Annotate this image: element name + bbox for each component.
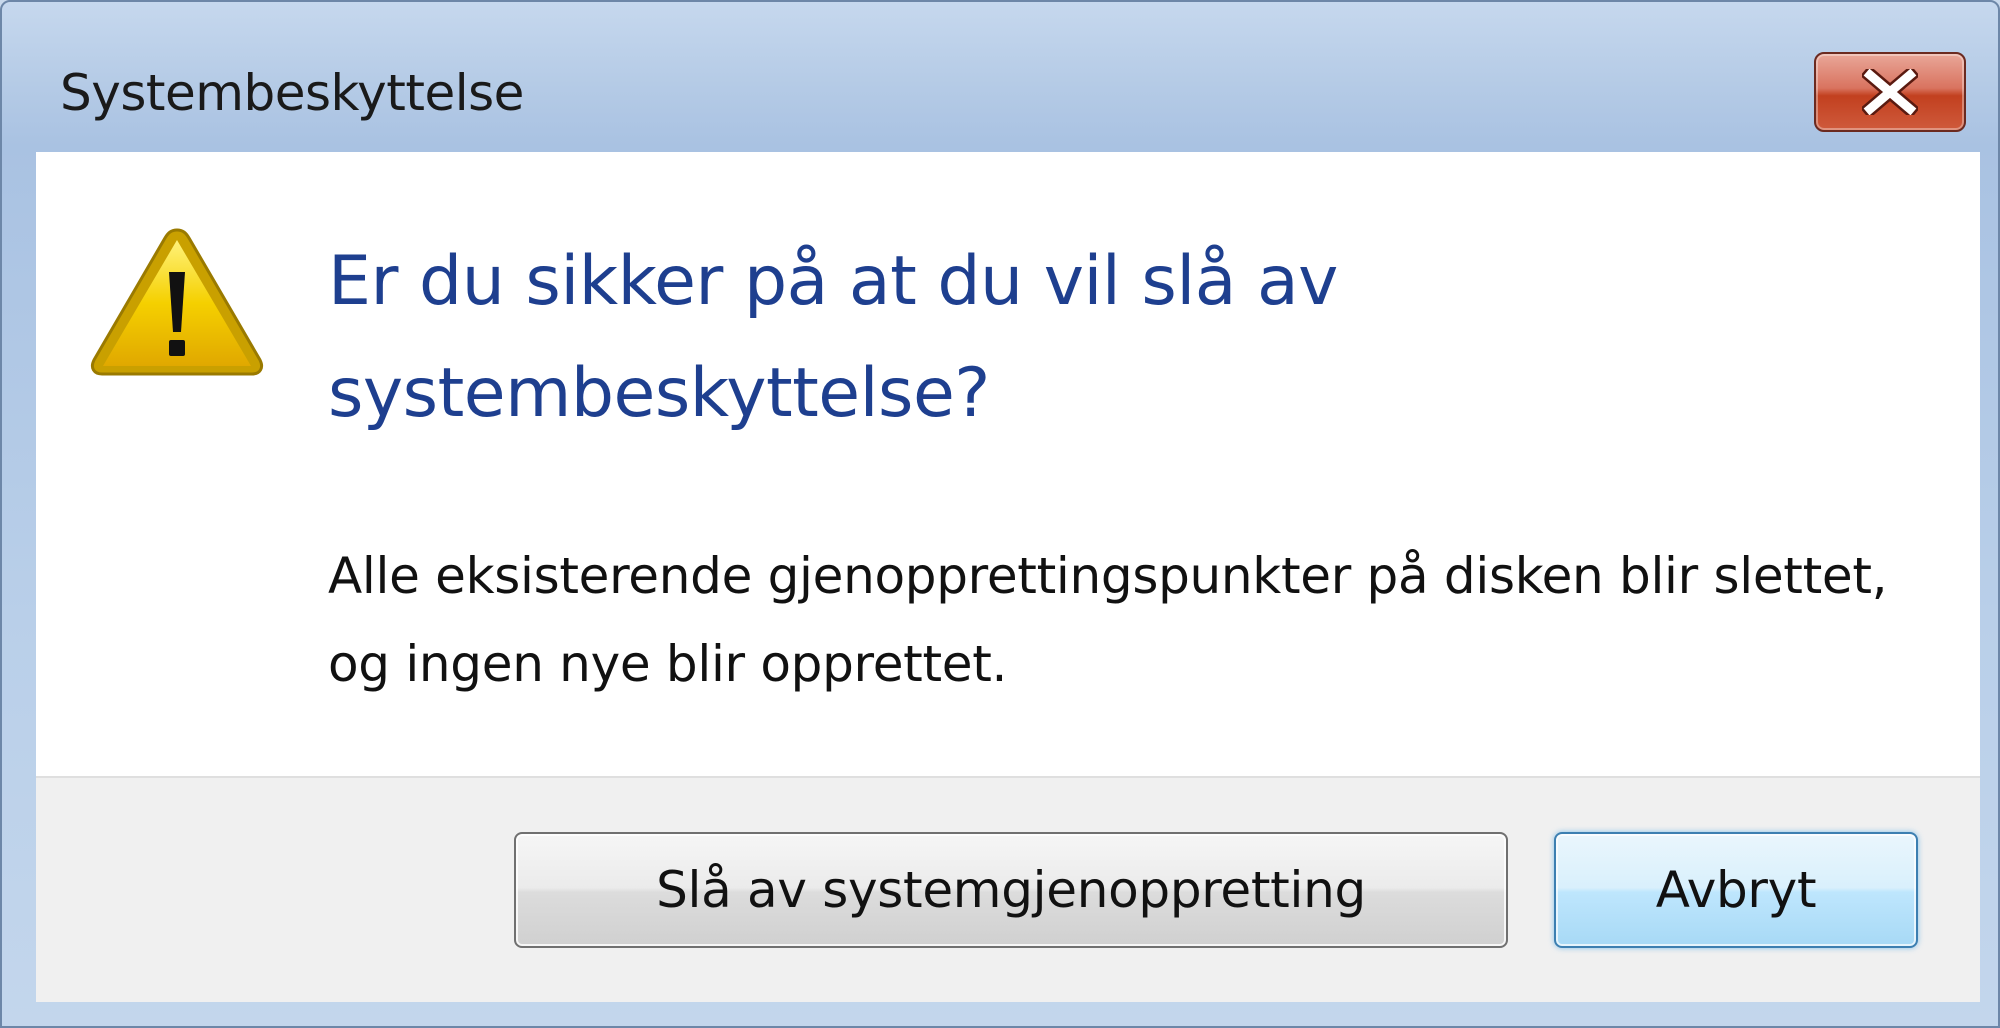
close-x-icon xyxy=(1862,69,1918,115)
close-button[interactable] xyxy=(1814,52,1966,132)
window-title: Systembeskyttelse xyxy=(60,64,524,122)
content-text: Alle eksisterende gjenopprettingspunkter… xyxy=(328,547,1888,693)
cancel-button[interactable]: Avbryt xyxy=(1554,832,1918,948)
title-bar[interactable]: Systembeskyttelse xyxy=(2,2,1998,152)
warning-triangle-icon xyxy=(88,224,266,380)
button-area: Slå av systemgjenoppretting Avbryt xyxy=(36,776,1980,1002)
main-instruction: Er du sikker på at du vil slå av systemb… xyxy=(328,242,1338,433)
turn-off-system-restore-button[interactable]: Slå av systemgjenoppretting xyxy=(514,832,1508,948)
dialog-content: Er du sikker på at du vil slå av systemb… xyxy=(36,152,1980,776)
dialog-window: Systembeskyttelse Er du sikker på at du … xyxy=(0,0,2000,1028)
